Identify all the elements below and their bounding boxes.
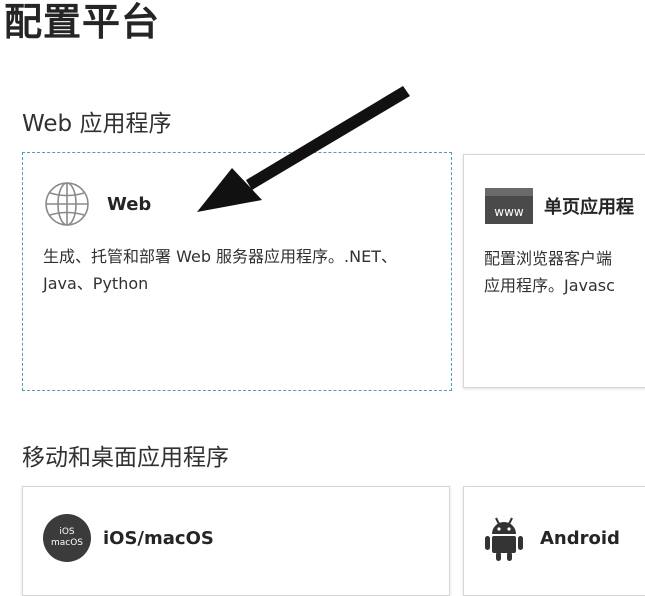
- www-icon-text: www: [494, 205, 524, 219]
- platform-card-spa[interactable]: www 单页应用程 配置浏览器客户端 应用程序。Javasc: [463, 154, 645, 388]
- platform-card-spa-label: 单页应用程: [544, 197, 634, 218]
- ios-badge-line1: iOS: [59, 527, 75, 537]
- globe-icon: [43, 177, 97, 231]
- platform-card-android-label: Android: [540, 527, 620, 549]
- page-title: 配置平台: [4, 0, 161, 44]
- platform-card-spa-description: 配置浏览器客户端 应用程序。Javasc: [484, 245, 645, 299]
- platform-card-android[interactable]: Android: [463, 486, 645, 596]
- platform-card-web-header: Web: [43, 177, 151, 231]
- platform-card-spa-header: www 单页应用程: [484, 179, 634, 233]
- www-browser-icon: www: [484, 179, 538, 233]
- ios-badge-line2: macOS: [50, 538, 84, 548]
- platform-card-web-description: 生成、托管和部署 Web 服务器应用程序。.NET、Java、Python: [43, 247, 397, 293]
- platform-card-spa-description-line2: 应用程序。Javasc: [484, 276, 615, 295]
- ios-macos-badge: iOS macOS: [43, 514, 91, 562]
- apple-ios-icon: iOS macOS: [43, 511, 97, 565]
- android-icon: [484, 511, 532, 565]
- platform-card-web[interactable]: Web 生成、托管和部署 Web 服务器应用程序。.NET、Java、Pytho…: [22, 152, 452, 391]
- platform-card-android-header: Android: [484, 511, 620, 565]
- section-title-web-apps: Web 应用程序: [22, 111, 172, 137]
- platform-card-ios-header: iOS macOS iOS/macOS: [43, 511, 214, 565]
- platform-card-spa-description-line1: 配置浏览器客户端: [484, 249, 613, 268]
- section-title-mobile-desktop: 移动和桌面应用程序: [22, 445, 229, 471]
- platform-card-ios-label: iOS/macOS: [103, 527, 214, 549]
- platform-card-web-label: Web: [107, 193, 152, 215]
- platform-card-ios[interactable]: iOS macOS iOS/macOS: [22, 486, 450, 596]
